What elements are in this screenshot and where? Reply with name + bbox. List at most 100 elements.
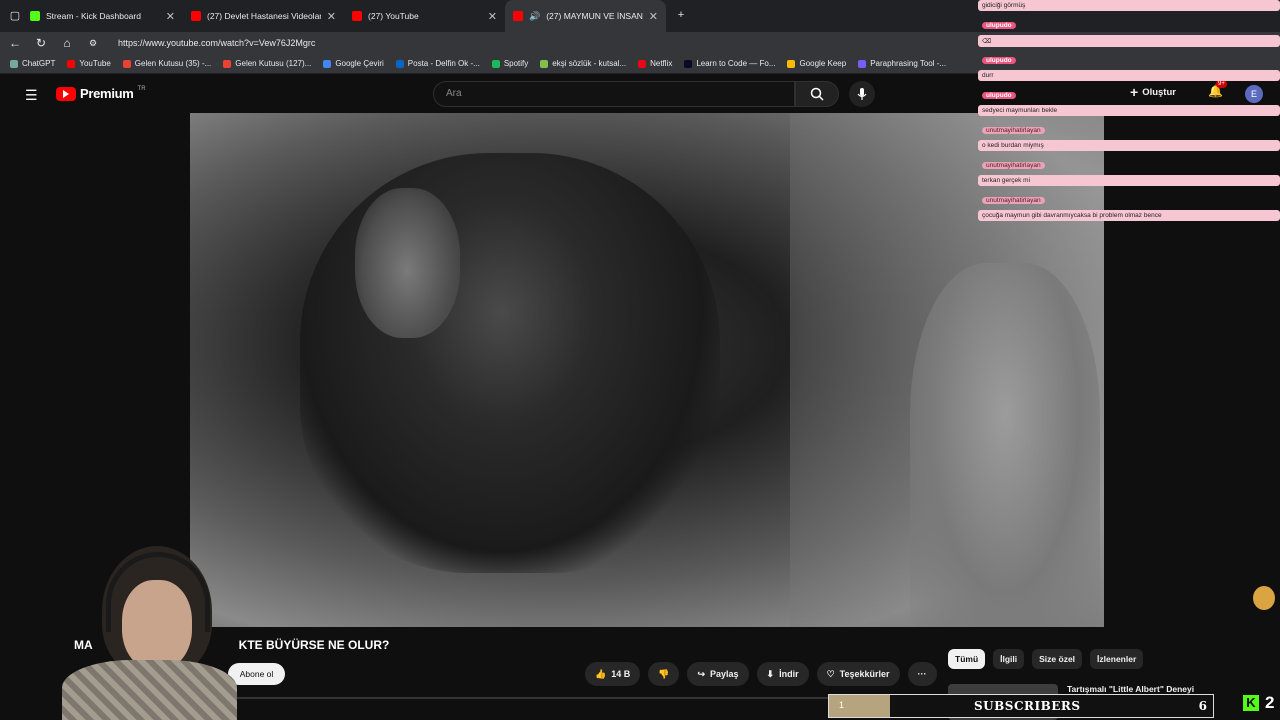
chip[interactable]: İzlenenler [1090,649,1144,669]
bookmark-label: ChatGPT [22,59,56,68]
logo-text: Premium [80,86,134,101]
search-input[interactable]: Ara [433,81,795,107]
search-icon [810,87,824,101]
kick-logo-icon: K [1243,695,1259,711]
bookmark-favicon-icon [67,59,76,68]
bookmark-label: Gelen Kutusu (127)... [235,59,312,68]
chat-username: ulupudo [982,92,1016,99]
chat-text: sedyeci maymunları bekle [982,107,1058,114]
more-button[interactable]: ··· [907,662,937,686]
chat-text: terkan gerçek mi [982,177,1031,184]
chat-message: unutmayihatirlayan [978,160,1049,171]
bookmark-item[interactable]: Spotify [491,59,528,68]
bookmark-favicon-icon [540,59,549,68]
dislike-button[interactable]: 👎 [648,662,680,686]
bookmark-favicon-icon [684,59,693,68]
youtube-favicon-icon [352,11,362,21]
bookmark-item[interactable]: Learn to Code — Fo... [684,59,775,68]
bookmark-item[interactable]: Gelen Kutusu (35) -... [122,59,211,68]
site-info-icon[interactable]: ⚙ [86,38,100,49]
search-button[interactable] [795,81,839,107]
chip[interactable]: İlgili [993,649,1025,669]
speaker-icon[interactable]: 🔊 [529,11,540,22]
chat-message: çocuğa maymun gibi davranmıycaksa bi pro… [978,210,1280,221]
voice-search-button[interactable] [849,81,875,107]
youtube-play-icon [56,86,76,101]
bookmark-item[interactable]: YouTube [67,59,111,68]
like-icon: 👍 [595,668,607,679]
bookmark-item[interactable]: Netflix [638,59,672,68]
youtube-logo[interactable]: Premium TR [56,86,146,101]
browser-tab-devlet[interactable]: (27) Devlet Hastanesi Videoları - ✕ [183,0,344,32]
chat-message: ulupudo [978,20,1020,31]
close-tab-icon[interactable]: ✕ [327,10,336,23]
video-person [910,263,1100,627]
tab-actions-icon[interactable]: ▢ [8,9,22,23]
microphone-icon [857,88,867,100]
bookmark-favicon-icon [491,59,500,68]
bookmark-favicon-icon [122,59,131,68]
chat-message: o kedi burdan miymış [978,140,1280,151]
browser-tab-youtube[interactable]: (27) YouTube ✕ [344,0,505,32]
bookmark-item[interactable]: Posta - Delfin Ok -... [395,59,480,68]
bookmark-item[interactable]: ChatGPT [10,59,55,68]
chip[interactable]: Size özel [1032,649,1083,669]
video-actions: 👍 14 B 👎 ↪ Paylaş ⬇ İndir ♡ Teşekkürler ··· [585,662,937,686]
thanks-button[interactable]: ♡ Teşekkürler [816,662,900,686]
bookmark-label: Netflix [650,59,673,68]
recommendation-title[interactable]: Tartışmalı "Little Albert" Deneyi [1067,684,1194,694]
chat-message: sedyeci maymunları bekle [978,105,1280,116]
kick-count: 2 [1265,693,1275,712]
stream-chat-overlay: gidiciği görmüş ulupudo ⌫ ulupudo durr ulupud… [978,0,1280,230]
bookmark-item[interactable]: Gelen Kutusu (127)... [223,59,311,68]
recommendation-chips: Tümü İlgili Size özel İzlenenler [948,649,1144,669]
video-player[interactable] [190,113,1104,627]
bookmark-item[interactable]: Google Keep [787,59,846,68]
chat-message: terkan gerçek mi [978,175,1280,186]
video-title-end: KTE BÜYÜRSE NE OLUR? [238,638,390,652]
bookmark-item[interactable]: Google Çeviri [323,59,384,68]
bookmark-favicon-icon [395,59,404,68]
reload-icon[interactable]: ↻ [34,36,48,50]
action-label: Teşekkürler [839,669,890,679]
chat-message: gidiciği görmüş [978,0,1280,11]
subscriber-current: 1 [839,700,845,710]
bookmark-item[interactable]: ekşi sözlük - kutsal... [540,59,626,68]
browser-tab-active[interactable]: 🔊 (27) MAYMUN VE İNSAN Bİ ✕ [505,0,666,32]
action-label: 14 B [611,669,631,679]
chat-text: o kedi burdan miymış [982,142,1044,149]
action-label: Paylaş [710,669,739,679]
back-icon[interactable]: ← [8,36,22,50]
menu-icon[interactable]: ☰ [25,87,39,104]
browser-tab-kick[interactable]: Stream - Kick Dashboard ✕ [22,0,183,32]
home-icon[interactable]: ⌂ [60,36,74,50]
tab-title: (27) Devlet Hastanesi Videoları - [207,11,321,21]
bookmark-favicon-icon [223,59,232,68]
new-tab-icon[interactable]: + [674,9,688,23]
chip[interactable]: Tümü [948,649,986,669]
tab-title: Stream - Kick Dashboard [46,11,141,21]
bookmark-label: Posta - Delfin Ok -... [407,59,480,68]
chat-text: durr [982,72,994,79]
chat-message: durr [978,70,1280,81]
bookmark-favicon-icon [323,59,332,68]
close-tab-icon[interactable]: ✕ [488,10,497,23]
youtube-favicon-icon [513,11,523,21]
url-field[interactable]: https://www.youtube.com/watch?v=Vew76J2M… [118,38,315,48]
bookmark-label: Learn to Code — Fo... [696,59,776,68]
subscriber-label: SUBSCRIBERS [974,699,1081,713]
bookmark-item[interactable]: Paraphrasing Tool -... [858,59,946,68]
share-button[interactable]: ↪ Paylaş [687,662,749,686]
tab-title: (27) YouTube [368,11,419,21]
like-button[interactable]: 👍 14 B [585,662,641,686]
chat-text: gidiciği görmüş [982,2,1026,9]
chat-message: unutmayihatirlayan [978,125,1049,136]
close-tab-icon[interactable]: ✕ [166,10,175,23]
download-button[interactable]: ⬇ İndir [756,662,809,686]
subscriber-goal: 6 [1198,699,1207,713]
webcam-shirt [62,660,237,720]
video-chimp-face [355,188,460,338]
chat-username: ulupudo [982,57,1016,64]
close-tab-icon[interactable]: ✕ [649,10,658,23]
thanks-icon: ♡ [826,668,835,679]
